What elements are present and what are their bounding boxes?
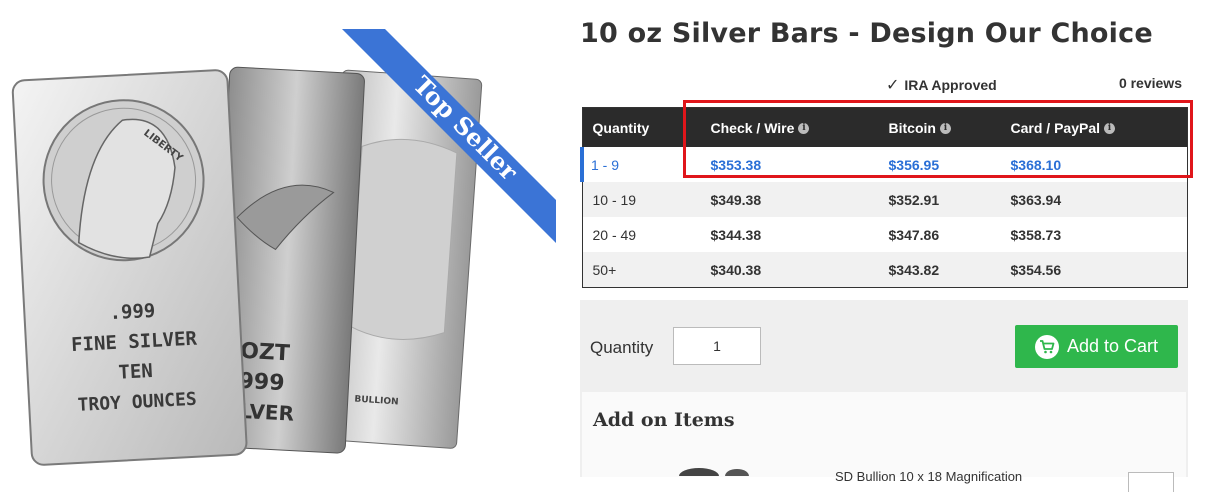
price-check: $340.38 bbox=[700, 252, 879, 288]
price-bitcoin: $347.86 bbox=[888, 226, 940, 243]
table-row[interactable]: 20 - 49 $344.38 $347.86 $358.73 bbox=[582, 217, 1188, 252]
purchase-panel: Quantity Add to Cart Add on Items SD Bul… bbox=[580, 300, 1188, 492]
price-table: Quantity Check / Wire i Bitcoin i Card / P… bbox=[580, 107, 1188, 288]
svg-text:TEN: TEN bbox=[118, 360, 153, 384]
checkmark-icon: ✓ bbox=[886, 77, 900, 94]
product-title: 10 oz Silver Bars - Design Our Choice bbox=[580, 18, 1153, 49]
price-bitcoin: $356.95 bbox=[878, 147, 1001, 182]
price-bitcoin: $352.91 bbox=[878, 182, 1001, 217]
addon-section: Add on Items SD Bullion 10 x 18 Magnific… bbox=[582, 392, 1186, 492]
price-check: $344.38 bbox=[710, 226, 762, 243]
add-to-cart-label: Add to Cart bbox=[1066, 336, 1159, 356]
product-image: BULLION OZT 999 ILVER LIBERTY .999 FINE … bbox=[0, 0, 560, 477]
info-icon[interactable]: i bbox=[798, 123, 810, 135]
addon-quantity-input[interactable] bbox=[1128, 472, 1174, 492]
quantity-label: Quantity bbox=[590, 338, 654, 357]
price-check: $349.38 bbox=[700, 182, 879, 217]
price-table-header: Quantity Check / Wire i Bitcoin i Card / P… bbox=[582, 107, 1188, 147]
price-check: $353.38 bbox=[700, 147, 879, 182]
row-quantity: 50+ bbox=[582, 252, 701, 288]
svg-text:999: 999 bbox=[238, 369, 285, 396]
ira-approved: ✓ IRA Approved bbox=[886, 77, 997, 94]
addon-title: Add on Items bbox=[593, 409, 735, 431]
table-row[interactable]: 1 - 9 $353.38 $356.95 $368.10 bbox=[580, 147, 1188, 182]
price-card: $358.73 bbox=[1010, 226, 1062, 243]
product-meta: ✓ IRA Approved 0 reviews bbox=[580, 74, 1186, 94]
row-quantity: 10 - 19 bbox=[582, 182, 701, 217]
quantity-input[interactable] bbox=[673, 327, 761, 365]
price-card: $368.10 bbox=[1000, 147, 1188, 182]
info-icon[interactable]: i bbox=[939, 123, 951, 135]
price-card: $354.56 bbox=[1000, 252, 1188, 288]
header-quantity: Quantity bbox=[582, 107, 701, 147]
reviews-link[interactable]: 0 reviews bbox=[1119, 75, 1182, 91]
svg-text:OZT: OZT bbox=[240, 339, 291, 367]
header-check-wire: Check / Wire i bbox=[700, 107, 879, 147]
row-quantity: 20 - 49 bbox=[592, 226, 637, 243]
header-card-paypal: Card / PayPal i bbox=[1000, 107, 1188, 147]
info-icon[interactable]: i bbox=[1104, 123, 1115, 135]
cart-icon bbox=[1034, 334, 1059, 359]
header-bitcoin: Bitcoin i bbox=[878, 107, 1001, 147]
silver-bar-1: LIBERTY .999 FINE SILVER TEN TROY OUNCES bbox=[11, 69, 248, 466]
price-card: $363.94 bbox=[1000, 182, 1188, 217]
magnifier-icon bbox=[679, 468, 749, 476]
price-bitcoin: $343.82 bbox=[878, 252, 1001, 288]
add-to-cart-button[interactable]: Add to Cart bbox=[1015, 325, 1178, 368]
svg-text:.999: .999 bbox=[109, 300, 156, 324]
table-row[interactable]: 10 - 19 $349.38 $352.91 $363.94 bbox=[582, 182, 1188, 217]
table-row[interactable]: 50+ $340.38 $343.82 $354.56 bbox=[582, 252, 1188, 288]
row-quantity: 1 - 9 bbox=[580, 147, 701, 182]
